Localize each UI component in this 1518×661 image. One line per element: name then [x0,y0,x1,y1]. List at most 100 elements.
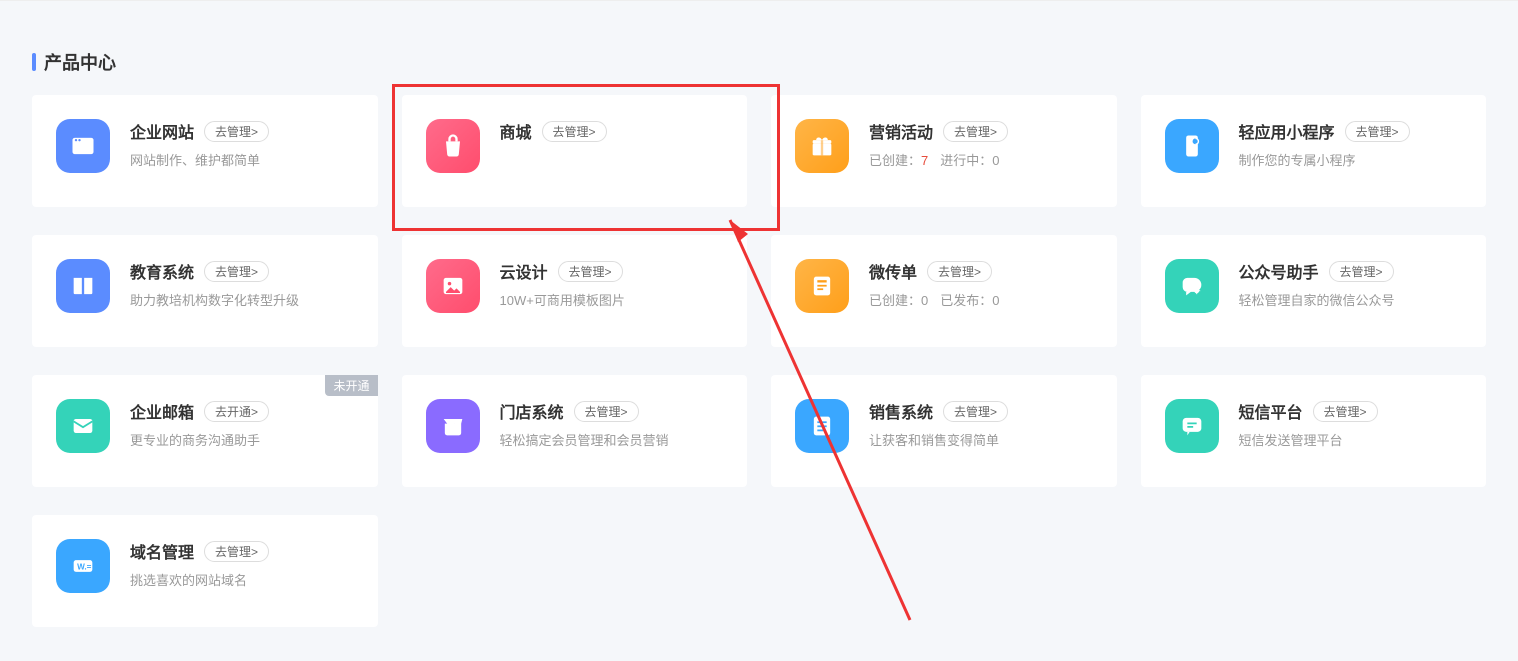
section-title-text: 产品中心 [44,49,116,75]
domain-icon: W.= [56,539,110,593]
card-domain[interactable]: W.= 域名管理去管理> 挑选喜欢的网站域名 [32,515,378,627]
card-body: 商城去管理> [500,119,724,151]
card-body: 域名管理去管理> 挑选喜欢的网站域名 [130,539,354,591]
card-campaign[interactable]: 营销活动去管理> 已创建：7 进行中：0 [771,95,1117,207]
card-sms[interactable]: 短信平台去管理> 短信发送管理平台 [1141,375,1487,487]
bag-icon [426,119,480,173]
card-edu[interactable]: 教育系统去管理> 助力教培机构数字化转型升级 [32,235,378,347]
card-subtitle: 网站制作、维护都简单 [130,151,354,171]
card-title: 门店系统 [500,399,564,423]
svg-text:W.=: W.= [77,563,92,572]
card-title: 企业网站 [130,119,194,143]
card-mail[interactable]: 企业邮箱去开通> 更专业的商务沟通助手 [32,375,378,487]
card-subtitle: 短信发送管理平台 [1239,431,1463,451]
stat-running-label: 进行中： [940,153,992,168]
card-body: 销售系统去管理> 让获客和销售变得简单 [869,399,1093,451]
manage-button[interactable]: 去管理> [558,261,623,282]
card-subtitle: 更专业的商务沟通助手 [130,431,354,451]
card-title-row: 商城去管理> [500,119,724,143]
window-icon [56,119,110,173]
stat-running-value: 0 [992,293,999,308]
gift-icon [795,119,849,173]
card-title-row: 销售系统去管理> [869,399,1093,423]
product-grid: 企业网站去管理>网站制作、维护都简单商城去管理>营销活动去管理>已创建：7进行中… [32,95,1486,627]
card-title-row: 云设计去管理> [500,259,724,283]
manage-button[interactable]: 去管理> [927,261,992,282]
card-body: 营销活动去管理> 已创建：7 进行中：0 [869,119,1093,171]
card-title-row: 域名管理去管理> [130,539,354,563]
mail-icon [56,399,110,453]
card-title-row: 企业邮箱去开通> [130,399,354,423]
stat-running-label: 已发布： [940,293,992,308]
card-title: 域名管理 [130,539,194,563]
stat-created-value: 7 [921,153,928,168]
card-body: 企业邮箱去开通> 更专业的商务沟通助手 [130,399,354,451]
card-icon [795,259,849,313]
manage-button[interactable]: 去管理> [1313,401,1378,422]
card-subtitle: 轻松管理自家的微信公众号 [1239,291,1463,311]
manage-button[interactable]: 去管理> [204,261,269,282]
page: 产品中心 企业网站去管理>网站制作、维护都简单商城去管理>营销活动去管理>已创建… [0,1,1518,651]
card-subtitle: 10W+可商用模板图片 [500,291,724,311]
card-subtitle: 制作您的专属小程序 [1239,151,1463,171]
card-subtitle: 让获客和销售变得简单 [869,431,1093,451]
shop-icon [426,399,480,453]
phone-icon [1165,119,1219,173]
card-title: 轻应用小程序 [1239,119,1335,143]
card-title-row: 轻应用小程序去管理> [1239,119,1463,143]
card-store[interactable]: 门店系统去管理> 轻松搞定会员管理和会员营销 [402,375,748,487]
stat-running-value: 0 [992,153,999,168]
manage-button[interactable]: 去管理> [204,121,269,142]
card-mall[interactable]: 商城去管理> [402,95,748,207]
card-title-row: 营销活动去管理> [869,119,1093,143]
msg-icon [1165,399,1219,453]
card-body: 教育系统去管理> 助力教培机构数字化转型升级 [130,259,354,311]
card-title: 营销活动 [869,119,933,143]
manage-button[interactable]: 去管理> [1345,121,1410,142]
card-title-row: 教育系统去管理> [130,259,354,283]
card-subtitle: 挑选喜欢的网站域名 [130,571,354,591]
card-subtitle: 助力教培机构数字化转型升级 [130,291,354,311]
manage-button[interactable]: 去管理> [943,401,1008,422]
card-body: 轻应用小程序去管理> 制作您的专属小程序 [1239,119,1463,171]
card-body: 短信平台去管理> 短信发送管理平台 [1239,399,1463,451]
card-title: 商城 [500,119,532,143]
card-title-row: 微传单去管理> [869,259,1093,283]
book-icon [56,259,110,313]
manage-button[interactable]: 去管理> [943,121,1008,142]
card-sales[interactable]: 销售系统去管理> 让获客和销售变得简单 [771,375,1117,487]
card-subtitle: 已创建：7 进行中：0 [869,151,1093,171]
card-title-row: 公众号助手去管理> [1239,259,1463,283]
card-body: 企业网站去管理> 网站制作、维护都简单 [130,119,354,171]
card-website[interactable]: 企业网站去管理> 网站制作、维护都简单 [32,95,378,207]
manage-button[interactable]: 去开通> [204,401,269,422]
card-flyer[interactable]: 微传单去管理>已创建：0已发布：0 [771,235,1117,347]
card-title-row: 企业网站去管理> [130,119,354,143]
manage-button[interactable]: 去管理> [1329,261,1394,282]
card-design[interactable]: 云设计去管理> 10W+可商用模板图片 [402,235,748,347]
card-title: 云设计 [500,259,548,283]
card-body: 公众号助手去管理> 轻松管理自家的微信公众号 [1239,259,1463,311]
stat-created-label: 已创建： [869,293,921,308]
card-body: 门店系统去管理> 轻松搞定会员管理和会员营销 [500,399,724,451]
list-icon [795,399,849,453]
card-title: 销售系统 [869,399,933,423]
card-subtitle: 已创建：0已发布：0 [869,291,1093,311]
card-miniapp[interactable]: 轻应用小程序去管理> 制作您的专属小程序 [1141,95,1487,207]
card-title: 企业邮箱 [130,399,194,423]
manage-button[interactable]: 去管理> [574,401,639,422]
stat-created-label: 已创建： [869,153,921,168]
card-title-row: 门店系统去管理> [500,399,724,423]
section-title: 产品中心 [32,49,1486,75]
card-wechat[interactable]: 公众号助手去管理> 轻松管理自家的微信公众号 [1141,235,1487,347]
card-title: 微传单 [869,259,917,283]
image-icon [426,259,480,313]
chat-icon [1165,259,1219,313]
manage-button[interactable]: 去管理> [204,541,269,562]
manage-button[interactable]: 去管理> [542,121,607,142]
card-title: 短信平台 [1239,399,1303,423]
card-title: 公众号助手 [1239,259,1319,283]
card-subtitle: 轻松搞定会员管理和会员营销 [500,431,724,451]
card-title: 教育系统 [130,259,194,283]
card-title-row: 短信平台去管理> [1239,399,1463,423]
